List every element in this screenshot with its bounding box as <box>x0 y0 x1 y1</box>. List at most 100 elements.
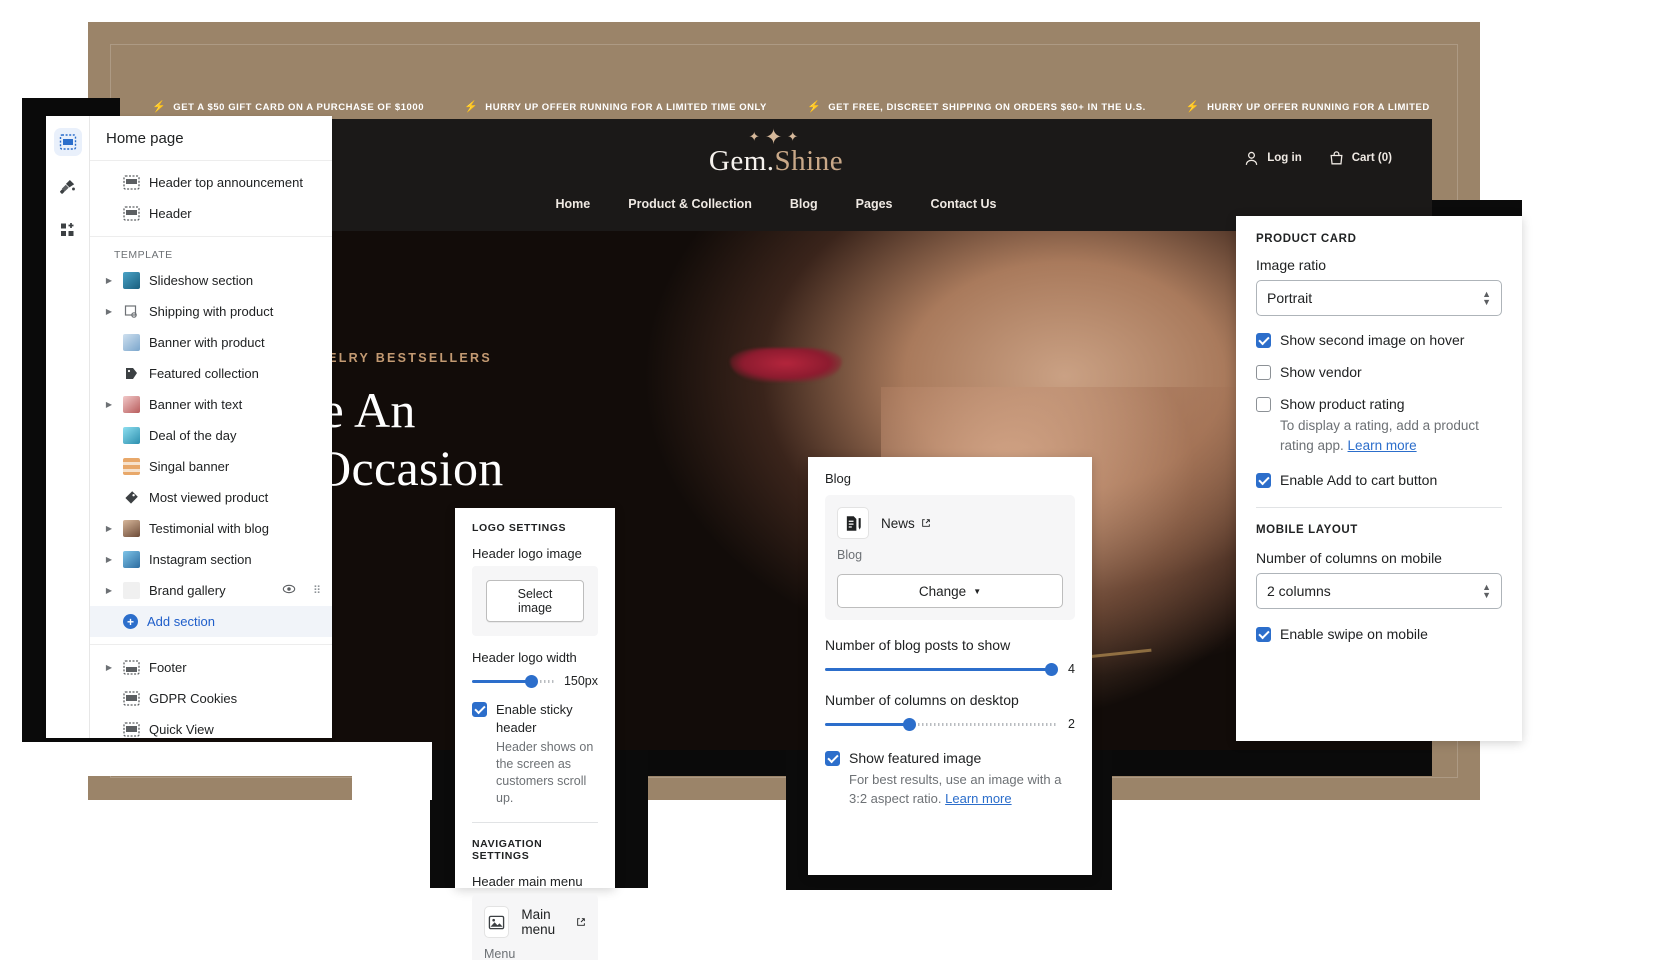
editor-rail <box>46 116 90 738</box>
featured-image-learn-more-link[interactable]: Learn more <box>945 791 1011 806</box>
slider-knob[interactable] <box>903 717 916 731</box>
list-item-label: Singal banner <box>149 459 230 474</box>
list-item-slideshow-section[interactable]: ▶ Slideshow section <box>90 265 332 296</box>
list-item-label: Quick View <box>149 722 214 737</box>
header-logo-image-picker: Select image <box>472 566 598 636</box>
user-icon <box>1245 151 1258 165</box>
chevron-right-icon[interactable]: ▶ <box>104 663 114 672</box>
show-vendor-checkbox[interactable] <box>1256 365 1271 380</box>
chevron-right-icon[interactable]: ▶ <box>104 307 114 316</box>
sidebar-item-theme-settings[interactable] <box>54 172 82 200</box>
announcement-item: ⚡ HURRY UP OFFER RUNNING FOR A LIMITED TI… <box>444 101 787 113</box>
mobile-columns-select[interactable]: 2 columns ▲ ▼ <box>1256 573 1502 609</box>
enable-sticky-header-checkbox[interactable] <box>472 702 487 717</box>
list-item-footer[interactable]: ▶ Footer <box>90 652 332 683</box>
cart-link[interactable]: Cart (0) <box>1328 150 1392 167</box>
chevron-right-icon[interactable]: ▶ <box>104 555 114 564</box>
navigation-settings-group-title: NAVIGATION SETTINGS <box>472 838 543 862</box>
sidebar-item-sections[interactable] <box>53 128 82 156</box>
logo-settings-card: LOGO SETTINGS Header logo image Select i… <box>455 508 615 960</box>
login-link[interactable]: Log in <box>1243 150 1302 167</box>
nav-item-home[interactable]: Home <box>556 197 591 211</box>
header-logo-width-label: Header logo width <box>472 650 577 665</box>
nav-item-contact-us[interactable]: Contact Us <box>931 197 997 211</box>
header-main-menu-label: Header main menu <box>472 874 583 889</box>
screenshot-root: ⚡ GET A $50 GIFT CARD ON A PURCHASE OF $1… <box>0 0 1680 960</box>
list-item-testimonial-with-blog[interactable]: ▶ Testimonial with blog <box>90 513 332 544</box>
enable-swipe-row[interactable]: Enable swipe on mobile <box>1256 626 1502 643</box>
product-rating-learn-more-link[interactable]: Learn more <box>1348 438 1417 453</box>
list-item-deal-of-the-day[interactable]: ▶ Deal of the day <box>90 420 332 451</box>
list-item-label: Deal of the day <box>149 428 237 443</box>
list-item-header[interactable]: ▶ Header <box>90 198 332 229</box>
enable-add-to-cart-checkbox[interactable] <box>1256 473 1271 488</box>
list-item-shipping-with-product[interactable]: ▶ Shipping with product <box>90 296 332 327</box>
list-item-label: Featured collection <box>149 366 259 381</box>
list-item-singal-banner[interactable]: ▶ Singal banner <box>90 451 332 482</box>
background-white-strip <box>22 742 352 776</box>
blog-posts-count-slider[interactable]: 4 <box>825 662 1075 676</box>
show-featured-image-checkbox[interactable] <box>825 751 840 766</box>
show-product-rating-checkbox[interactable] <box>1256 397 1271 412</box>
list-item-header-top-announcement[interactable]: ▶ Header top announcement <box>90 167 332 198</box>
list-item-brand-gallery[interactable]: ▶ Brand gallery ⠿ <box>90 575 332 606</box>
list-item-banner-with-product[interactable]: ▶ Banner with product <box>90 327 332 358</box>
blog-settings-card: Blog News Blog Change ▼ Number of blog p… <box>808 457 1092 875</box>
announcement-item: ⚡ HURRY UP OFFER RUNNING FOR A LIMITED TI… <box>1166 101 1432 113</box>
header-logo-width-slider[interactable]: 150px <box>472 674 598 688</box>
enable-sticky-header-row[interactable]: Enable sticky header Header shows on the… <box>472 701 598 807</box>
nav-item-product-collection[interactable]: Product & Collection <box>628 197 752 211</box>
enable-add-to-cart-row[interactable]: Enable Add to cart button <box>1256 472 1502 489</box>
list-item-label: Most viewed product <box>149 490 269 505</box>
show-second-image-row[interactable]: Show second image on hover <box>1256 332 1502 349</box>
show-featured-image-row[interactable]: Show featured image For best results, us… <box>825 750 1075 808</box>
list-item-featured-collection[interactable]: ▶ Featured collection <box>90 358 332 389</box>
quick-view-block-icon <box>123 721 140 738</box>
list-item-banner-with-text[interactable]: ▶ Banner with text <box>90 389 332 420</box>
list-item-gdpr-cookies[interactable]: ▶ GDPR Cookies <box>90 683 332 714</box>
chevron-right-icon[interactable]: ▶ <box>104 586 114 595</box>
list-divider <box>90 236 332 237</box>
chevron-right-icon[interactable]: ▶ <box>104 276 114 285</box>
add-section-button[interactable]: ▶ + Add section <box>90 606 332 637</box>
list-item-quick-view[interactable]: ▶ Quick View <box>90 714 332 738</box>
price-tag-icon <box>123 489 140 506</box>
header-block-icon <box>123 174 140 191</box>
external-link-icon[interactable] <box>921 516 931 531</box>
testimonial-thumbnail-icon <box>123 520 140 537</box>
slider-knob[interactable] <box>525 674 539 688</box>
nav-item-pages[interactable]: Pages <box>856 197 893 211</box>
chevron-right-icon[interactable]: ▶ <box>104 524 114 533</box>
header-actions: Log in Cart (0) <box>1243 119 1392 197</box>
show-vendor-label: Show vendor <box>1280 364 1362 380</box>
desktop-columns-value: 2 <box>1068 717 1075 731</box>
header-block-icon <box>123 205 140 222</box>
enable-swipe-checkbox[interactable] <box>1256 627 1271 642</box>
header-main-menu-sub: Menu <box>484 947 516 960</box>
header-main-menu-resource: Main menu Menu <box>472 894 598 960</box>
select-arrows-icon: ▲ ▼ <box>1482 289 1491 307</box>
tag-icon <box>123 365 140 382</box>
blog-resource-picker: News Blog Change ▼ <box>825 495 1075 620</box>
desktop-columns-slider[interactable]: 2 <box>825 717 1075 731</box>
show-second-image-checkbox[interactable] <box>1256 333 1271 348</box>
drag-handle-icon[interactable]: ⠿ <box>313 584 322 597</box>
list-item-most-viewed-product[interactable]: ▶ Most viewed product <box>90 482 332 513</box>
show-product-rating-row[interactable]: Show product rating To display a rating,… <box>1256 396 1502 456</box>
image-ratio-select[interactable]: Portrait ▲ ▼ <box>1256 280 1502 316</box>
chevron-right-icon[interactable]: ▶ <box>104 400 114 409</box>
nav-item-blog[interactable]: Blog <box>790 197 818 211</box>
sidebar-item-apps[interactable] <box>54 216 82 244</box>
change-blog-button[interactable]: Change ▼ <box>837 574 1063 608</box>
cart-label: Cart (0) <box>1351 152 1392 164</box>
slider-knob[interactable] <box>1045 662 1059 676</box>
visibility-eye-icon[interactable] <box>282 582 296 599</box>
list-item-label: Shipping with product <box>149 304 274 319</box>
enable-sticky-header-label: Enable sticky header <box>496 702 573 735</box>
image-ratio-label: Image ratio <box>1256 257 1327 273</box>
select-image-button[interactable]: Select image <box>486 580 584 622</box>
list-item-label: Banner with text <box>149 397 243 412</box>
external-link-icon[interactable] <box>576 915 586 930</box>
show-vendor-row[interactable]: Show vendor <box>1256 364 1502 381</box>
list-item-instagram-section[interactable]: ▶ Instagram section <box>90 544 332 575</box>
